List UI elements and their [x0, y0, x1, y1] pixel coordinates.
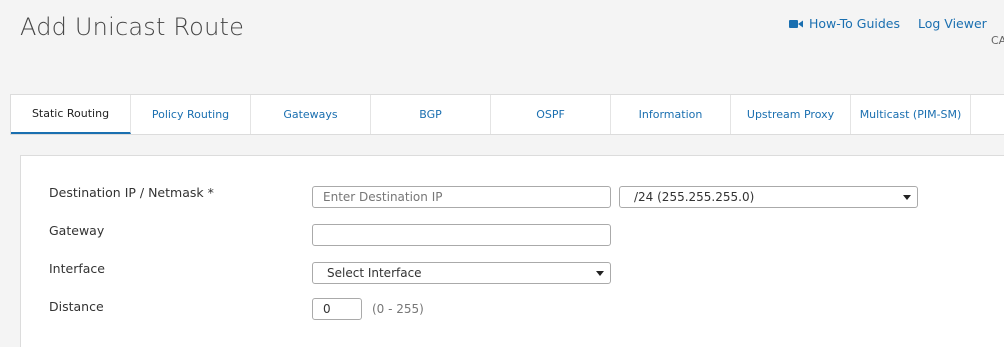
tab-static-routing[interactable]: Static Routing — [11, 95, 131, 134]
tab-upstream-proxy[interactable]: Upstream Proxy — [731, 95, 851, 134]
distance-label: Distance — [49, 299, 104, 314]
header-subtext: CA — [991, 34, 1004, 47]
tab-gateways[interactable]: Gateways — [251, 95, 371, 134]
tab-ospf[interactable]: OSPF — [491, 95, 611, 134]
header-links: How-To Guides Log Viewer H — [789, 16, 1004, 31]
netmask-value: /24 (255.255.255.0) — [634, 190, 755, 204]
destination-ip-input[interactable] — [312, 186, 611, 208]
netmask-select[interactable]: /24 (255.255.255.0) — [619, 186, 918, 208]
log-viewer-link[interactable]: Log Viewer — [918, 16, 987, 31]
gateway-label: Gateway — [49, 223, 105, 238]
page-title: Add Unicast Route — [20, 13, 245, 41]
unicast-route-form: Destination IP / Netmask * /24 (255.255.… — [20, 155, 1004, 347]
tab-multicast[interactable]: Multicast (PIM-SM) — [851, 95, 971, 134]
chevron-down-icon — [596, 269, 604, 277]
routing-tabs: Static Routing Policy Routing Gateways B… — [10, 94, 1004, 135]
tab-bgp[interactable]: BGP — [371, 95, 491, 134]
tab-policy-routing[interactable]: Policy Routing — [131, 95, 251, 134]
gateway-input[interactable] — [312, 224, 611, 246]
destination-label: Destination IP / Netmask * — [49, 185, 214, 200]
distance-input[interactable] — [312, 298, 362, 320]
how-to-guides-link[interactable]: How-To Guides — [789, 16, 900, 31]
chevron-down-icon — [903, 193, 911, 201]
how-to-guides-label: How-To Guides — [809, 16, 900, 31]
distance-range-hint: (0 - 255) — [372, 302, 424, 316]
interface-value: Select Interface — [327, 266, 422, 280]
tab-information[interactable]: Information — [611, 95, 731, 134]
interface-label: Interface — [49, 261, 105, 276]
video-camera-icon — [789, 19, 803, 29]
interface-select[interactable]: Select Interface — [312, 262, 611, 284]
log-viewer-label: Log Viewer — [918, 16, 987, 31]
